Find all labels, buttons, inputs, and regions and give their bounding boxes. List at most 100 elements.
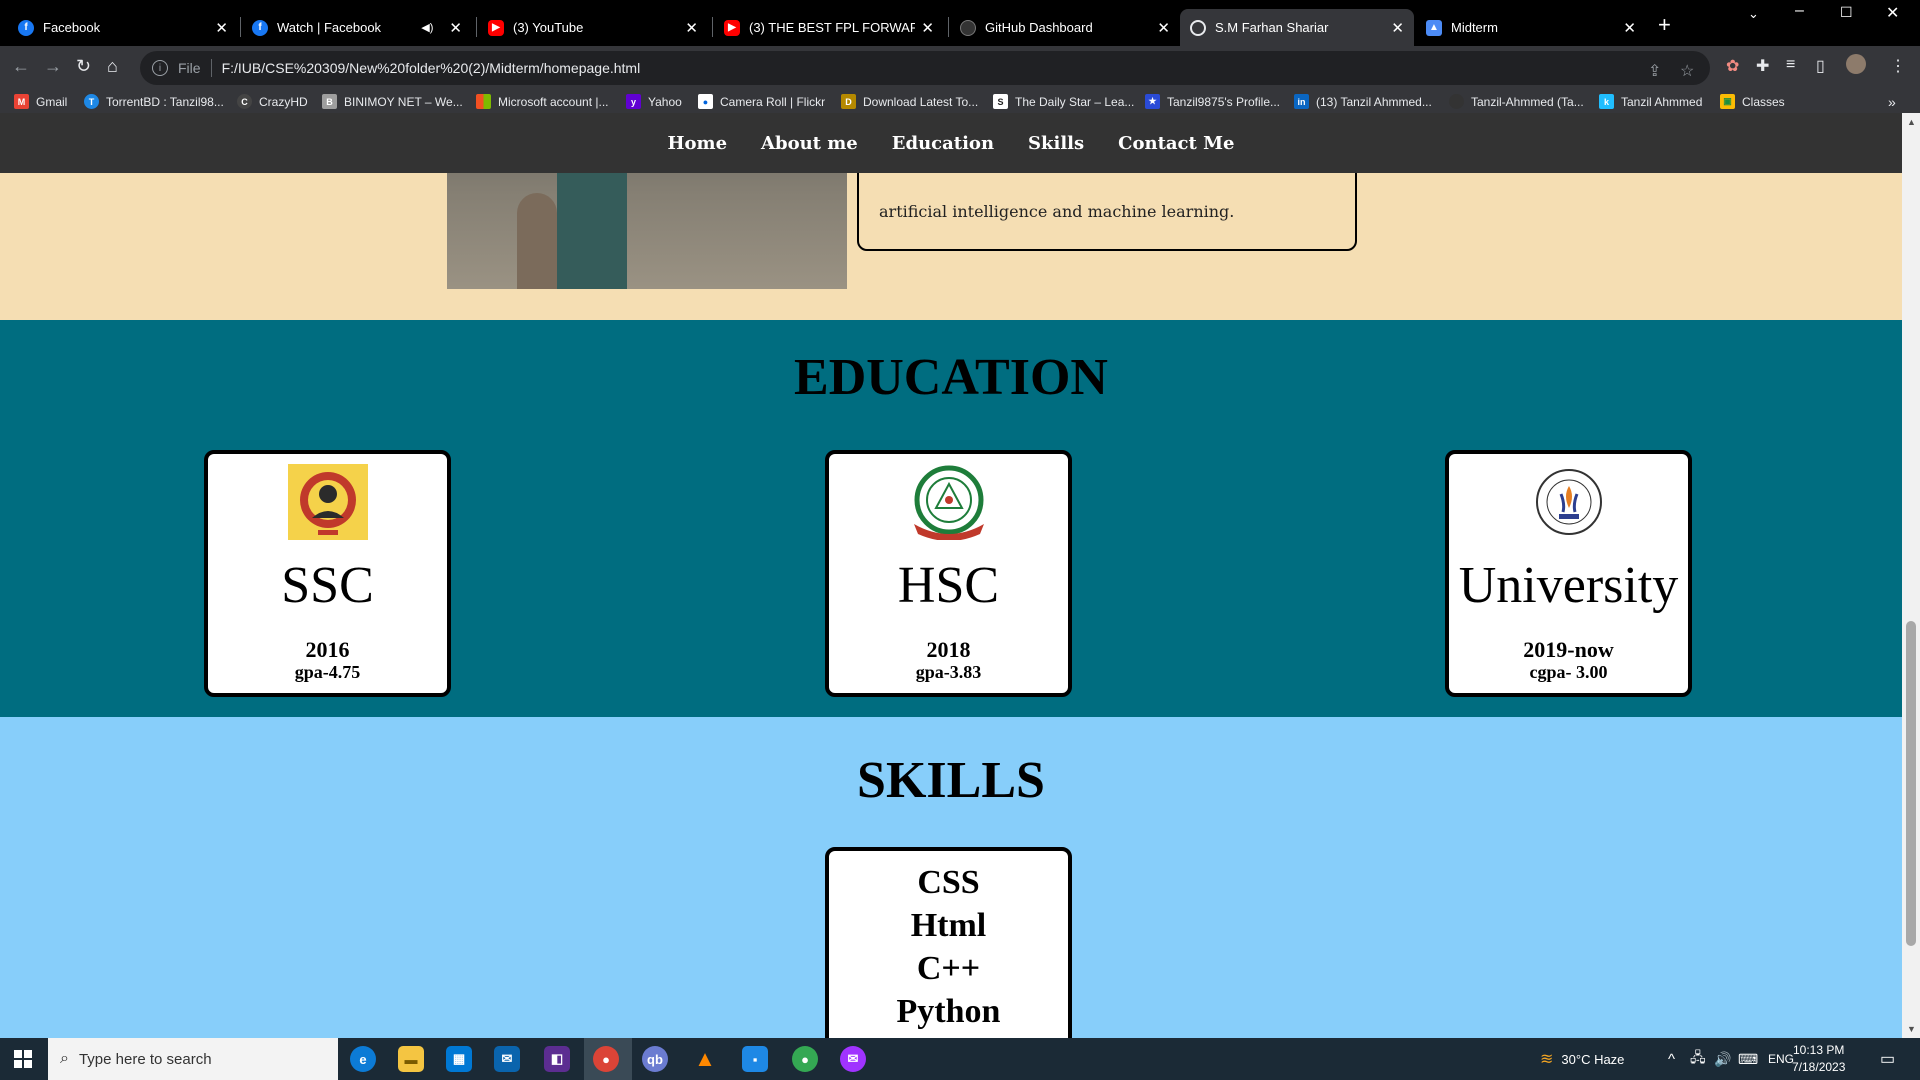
education-card-hsc: HSC 2018 gpa-3.83 — [825, 450, 1072, 697]
close-icon[interactable]: ✕ — [1623, 19, 1636, 37]
bookmark-yahoo[interactable]: y Yahoo — [626, 90, 682, 113]
microsoft-store-icon[interactable]: ▦ — [446, 1046, 472, 1072]
page-viewport: Home About me Education Skills Contact M… — [0, 113, 1920, 1038]
tab-github-dashboard[interactable]: GitHub Dashboard ✕ — [950, 9, 1180, 46]
youtube-icon: ▶ — [724, 19, 740, 36]
side-panel-icon[interactable]: ▯ — [1816, 56, 1825, 76]
tab-youtube-fpl[interactable]: ▶ (3) THE BEST FPL FORWARDS FC ✕ — [714, 9, 944, 46]
page-scrollbar[interactable]: ▲ ▼ — [1902, 113, 1920, 1038]
star-site-icon: ★ — [1145, 94, 1160, 109]
scroll-up-arrow-icon[interactable]: ▲ — [1907, 117, 1916, 127]
tab-label: Facebook — [43, 20, 101, 35]
close-icon[interactable]: ✕ — [1157, 19, 1170, 37]
skill-item: C++ — [916, 950, 981, 987]
scroll-thumb[interactable] — [1906, 621, 1916, 946]
back-button[interactable]: ← — [12, 56, 30, 77]
bookmark-linkedin[interactable]: in (13) Tanzil Ahmmed... — [1294, 90, 1432, 113]
tab-search-chevron-icon[interactable]: ⌄ — [1748, 6, 1759, 22]
bookmark-star-icon[interactable]: ☆ — [1680, 61, 1694, 81]
search-icon: ⌕ — [60, 1050, 69, 1067]
close-icon[interactable]: ✕ — [1391, 19, 1404, 37]
tab-label: Watch | Facebook — [277, 20, 382, 35]
card-year: 2019-now — [1523, 637, 1614, 662]
forward-button[interactable]: → — [44, 56, 62, 77]
extension-icon[interactable]: ✿ — [1726, 56, 1739, 76]
audio-playing-icon[interactable]: ◀) — [421, 21, 433, 34]
visual-studio-icon[interactable]: ◧ — [544, 1046, 570, 1072]
chrome-icon[interactable]: ● — [593, 1046, 619, 1072]
system-clock[interactable]: 10:13 PM 7/18/2023 — [1792, 1042, 1845, 1076]
bookmark-github[interactable]: Tanzil-Ahmmed (Ta... — [1449, 90, 1584, 113]
close-icon[interactable]: ✕ — [215, 19, 228, 37]
window-close-button[interactable]: ✕ — [1886, 3, 1899, 23]
bookmark-classes[interactable]: ▣ Classes — [1720, 90, 1785, 113]
bookmark-binimoy[interactable]: B BINIMOY NET – We... — [322, 90, 463, 113]
tab-watch-facebook[interactable]: f Watch | Facebook ◀) ✕ — [242, 9, 472, 46]
media-control-icon[interactable]: ≡ — [1786, 56, 1795, 74]
messenger-icon[interactable]: ✉ — [840, 1046, 866, 1072]
extensions-puzzle-icon[interactable]: ✚ — [1756, 56, 1769, 76]
university-logo — [1535, 469, 1602, 535]
url-text[interactable]: F:/IUB/CSE%20309/New%20folder%20(2)/Midt… — [222, 60, 641, 76]
card-gpa: gpa-3.83 — [915, 662, 982, 682]
qbittorrent-icon[interactable]: qb — [642, 1046, 668, 1072]
bookmarks-overflow-icon[interactable]: » — [1888, 90, 1896, 113]
reload-button[interactable]: ↻ — [76, 56, 91, 77]
nav-contact-me[interactable]: Contact Me — [1118, 133, 1234, 154]
minimize-button[interactable]: – — [1795, 2, 1804, 20]
bookmark-daily-star[interactable]: S The Daily Star – Lea... — [993, 90, 1134, 113]
nav-about-me[interactable]: About me — [761, 133, 858, 154]
scroll-down-arrow-icon[interactable]: ▼ — [1907, 1024, 1916, 1034]
edge-icon[interactable]: e — [350, 1046, 376, 1072]
facebook-icon: f — [18, 19, 34, 36]
close-icon[interactable]: ✕ — [449, 19, 462, 37]
weather-haze-icon: ≋ — [1540, 1051, 1554, 1068]
share-icon[interactable]: ⇪ — [1648, 61, 1661, 81]
language-indicator[interactable]: ENG — [1768, 1038, 1794, 1080]
show-hidden-icons-chevron[interactable]: ^ — [1668, 1038, 1675, 1080]
notification-center-icon[interactable]: ▭ — [1880, 1038, 1895, 1080]
bookmark-kaggle[interactable]: k Tanzil Ahmmed — [1599, 90, 1702, 113]
nav-education[interactable]: Education — [892, 133, 994, 154]
tab-facebook[interactable]: f Facebook ✕ — [8, 9, 238, 46]
close-icon[interactable]: ✕ — [685, 19, 698, 37]
tab-label: GitHub Dashboard — [985, 20, 1093, 35]
vlc-icon[interactable]: ▲ — [692, 1046, 718, 1072]
maximize-button[interactable]: ☐ — [1840, 4, 1853, 21]
nav-home[interactable]: Home — [668, 133, 728, 154]
bookmark-torrentbd[interactable]: T TorrentBD : Tanzil98... — [84, 90, 224, 113]
menu-kebab-icon[interactable]: ⋮ — [1890, 56, 1906, 76]
mail-icon[interactable]: ✉ — [494, 1046, 520, 1072]
profile-avatar[interactable] — [1846, 54, 1866, 74]
tab-label: Midterm — [1451, 20, 1498, 35]
weather-widget[interactable]: ≋ 30°C Haze — [1540, 1038, 1624, 1080]
close-icon[interactable]: ✕ — [921, 19, 934, 37]
bookmark-crazyhd[interactable]: C CrazyHD — [237, 90, 308, 113]
address-bar[interactable]: i File F:/IUB/CSE%20309/New%20folder%20(… — [140, 51, 1710, 85]
nav-skills[interactable]: Skills — [1028, 133, 1084, 154]
taskbar-search-box[interactable]: ⌕ Type here to search — [48, 1038, 338, 1080]
clock-date: 7/18/2023 — [1792, 1060, 1846, 1074]
bookmark-tanzil-profile[interactable]: ★ Tanzil9875's Profile... — [1145, 90, 1280, 113]
file-explorer-icon[interactable]: ▬ — [398, 1046, 424, 1072]
new-tab-button[interactable]: + — [1658, 12, 1671, 38]
tab-midterm[interactable]: ▲ Midterm ✕ — [1416, 9, 1646, 46]
bookmark-flickr[interactable]: ● Camera Roll | Flickr — [698, 90, 825, 113]
card-title: University — [1458, 557, 1679, 614]
home-button[interactable]: ⌂ — [107, 56, 118, 77]
bookmark-download[interactable]: D Download Latest To... — [841, 90, 978, 113]
youtube-icon: ▶ — [488, 19, 504, 36]
tab-sm-farhan-shariar[interactable]: S.M Farhan Shariar ✕ — [1180, 9, 1414, 46]
bookmark-gmail[interactable]: M Gmail — [14, 90, 67, 113]
tab-youtube[interactable]: ▶ (3) YouTube ✕ — [478, 9, 708, 46]
tab-label: S.M Farhan Shariar — [1215, 20, 1329, 35]
volume-icon[interactable]: 🔊 — [1714, 1038, 1731, 1080]
chrome-profile-icon[interactable]: ● — [792, 1046, 818, 1072]
skill-item: CSS — [917, 864, 980, 901]
network-icon[interactable]: 🖧 — [1690, 1038, 1706, 1080]
windows-start-button[interactable] — [14, 1050, 32, 1068]
site-info-icon[interactable]: i — [152, 60, 168, 76]
app-window-icon[interactable]: ▪ — [742, 1046, 768, 1072]
bookmark-microsoft[interactable]: Microsoft account |... — [476, 90, 609, 113]
keyboard-icon[interactable]: ⌨ — [1738, 1038, 1758, 1080]
